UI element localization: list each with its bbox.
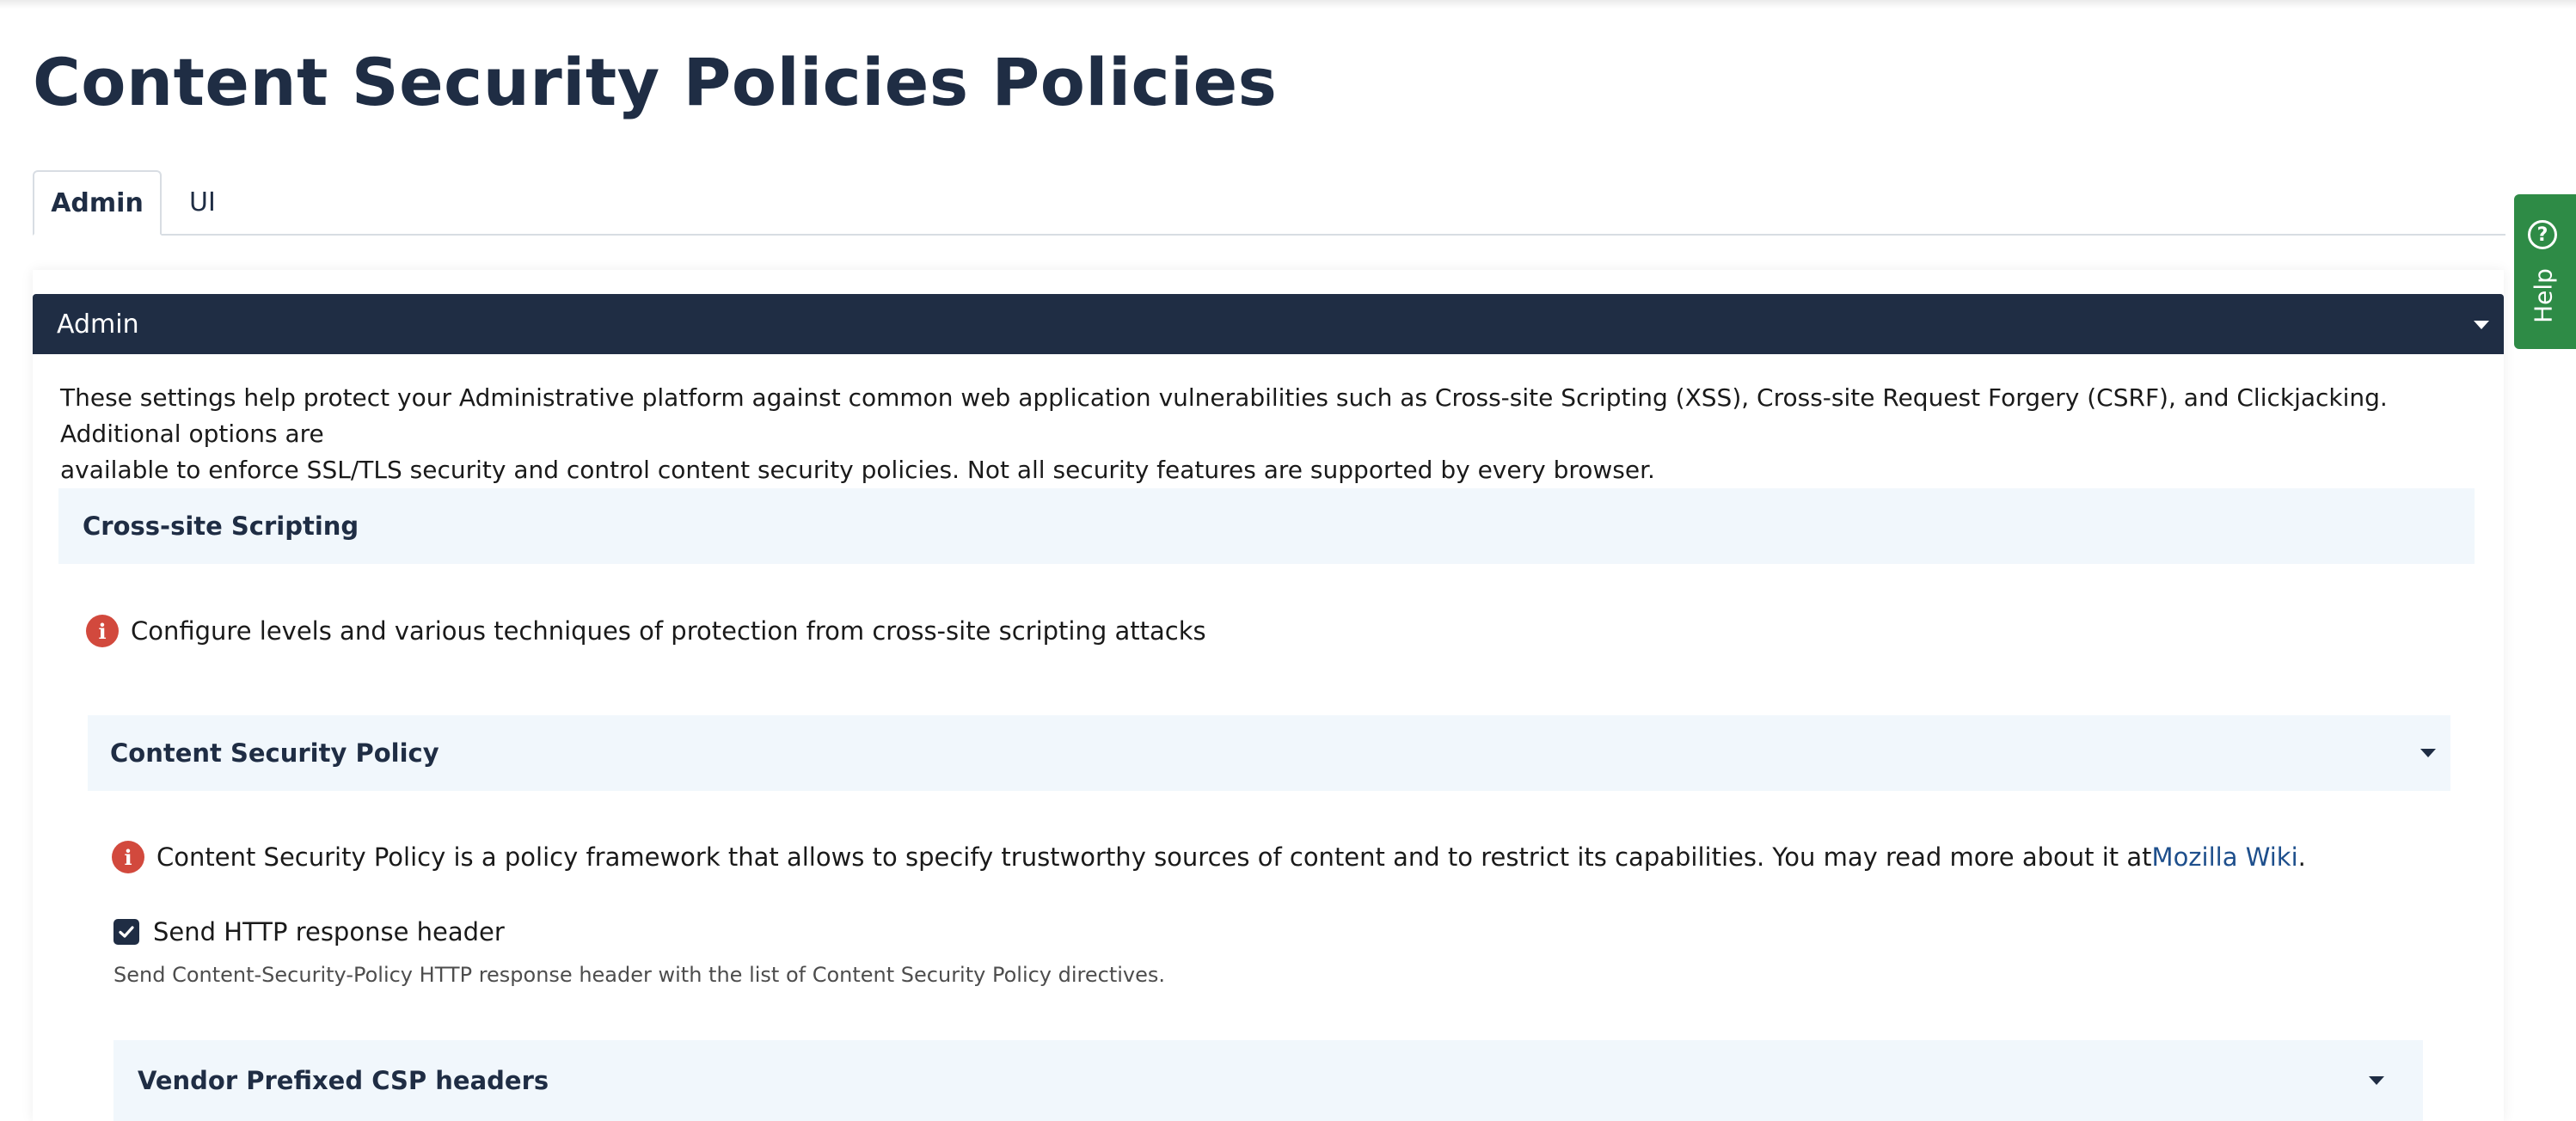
info-icon: i [86, 615, 119, 647]
chevron-down-icon [2369, 1076, 2384, 1085]
checkmark-icon [119, 926, 134, 938]
vendor-prefixed-csp-title: Vendor Prefixed CSP headers [138, 1066, 549, 1095]
page-title: Content Security Policies Policies [33, 44, 1278, 120]
admin-panel: Admin These settings help protect your A… [33, 270, 2504, 1121]
info-icon: i [112, 841, 144, 873]
content-security-policy-section[interactable]: Content Security Policy [88, 715, 2450, 791]
admin-panel-header[interactable]: Admin [33, 294, 2504, 354]
send-http-header-hint: Send Content-Security-Policy HTTP respon… [113, 963, 1166, 987]
send-http-header-label: Send HTTP response header [153, 917, 505, 946]
vendor-prefixed-csp-section[interactable]: Vendor Prefixed CSP headers [113, 1040, 2423, 1121]
chevron-down-icon [2420, 749, 2436, 757]
admin-panel-title: Admin [57, 309, 139, 340]
content-security-policy-title: Content Security Policy [110, 738, 439, 768]
cross-site-scripting-title: Cross-site Scripting [83, 511, 359, 541]
send-http-header-option[interactable]: Send HTTP response header [113, 917, 505, 946]
help-label: Help [2529, 268, 2558, 323]
tab-ui[interactable]: UI [181, 170, 284, 234]
csp-info: i Content Security Policy is a policy fr… [112, 841, 2306, 873]
question-circle-icon: ? [2528, 220, 2557, 249]
csp-info-text: Content Security Policy is a policy fram… [156, 842, 2152, 872]
xss-info-text: Configure levels and various techniques … [131, 616, 1206, 646]
xss-info: i Configure levels and various technique… [86, 615, 1206, 647]
admin-description: These settings help protect your Adminis… [60, 380, 2502, 488]
tab-bar: Admin UI [33, 170, 2505, 236]
admin-description-line1: These settings help protect your Adminis… [60, 383, 2388, 448]
help-button[interactable]: ? Help [2514, 194, 2576, 349]
csp-info-end: . [2297, 842, 2306, 872]
tab-admin[interactable]: Admin [33, 170, 162, 236]
cross-site-scripting-section[interactable]: Cross-site Scripting [58, 488, 2475, 564]
send-http-header-checkbox[interactable] [113, 919, 139, 945]
chevron-down-icon [2474, 321, 2489, 329]
mozilla-wiki-link[interactable]: Mozilla Wiki [2152, 842, 2298, 872]
admin-description-line2: available to enforce SSL/TLS security an… [60, 456, 1655, 484]
top-shadow [0, 0, 2576, 9]
